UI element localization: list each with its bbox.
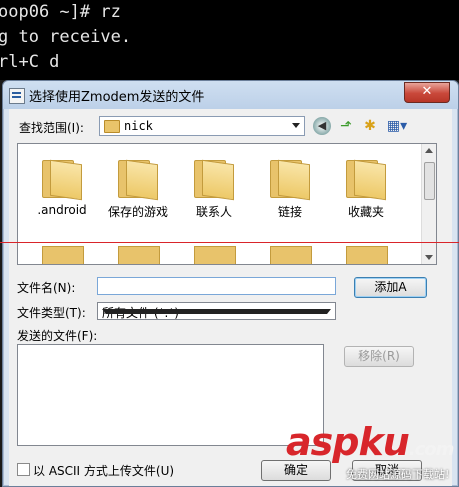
window-icon [9,88,25,104]
up-folder-icon[interactable]: ⬏ [337,117,355,135]
file-item[interactable]: .android [26,148,98,228]
folder-icon [42,156,82,201]
watermark-subtitle: 免费网站源码下载站! [346,468,450,481]
scroll-down-icon[interactable] [425,255,433,260]
file-item-label: 联系人 [195,205,232,219]
guide-line [0,242,459,243]
folder-icon [42,246,84,264]
vertical-scrollbar[interactable] [421,144,436,264]
chevron-down-icon [292,123,300,128]
folder-icon [118,246,160,264]
file-item[interactable]: 收藏夹 [330,148,402,228]
file-item[interactable]: 链接 [254,148,326,228]
watermark-logo: aspku.com [286,420,454,464]
scroll-up-icon[interactable] [425,148,433,153]
look-in-label: 查找范围(I): [19,121,84,135]
terminal-line: rl+C d [0,52,60,72]
contacts-icon [194,156,234,201]
terminal-line: oop06 ~]# rz [0,2,121,22]
dialog-title: 选择使用Zmodem发送的文件 [29,90,205,105]
watermark: aspku.com 免费网站源码下载站! [286,420,456,485]
ascii-checkbox-label: 以 ASCII 方式上传文件(U) [33,464,175,478]
remove-button[interactable]: 移除(R) [344,346,414,367]
favorites-icon [346,156,386,201]
file-item-label: .android [37,203,87,217]
send-files-label: 发送的文件(F): [17,329,98,343]
file-item[interactable]: 联系人 [178,148,250,228]
folder-icon [270,246,312,264]
file-item-label: 保存的游戏 [107,205,168,219]
filetype-label: 文件类型(T): [17,306,86,320]
filetype-select[interactable]: 所有文件 (*.*) [97,302,336,320]
title-bar[interactable]: 选择使用Zmodem发送的文件 ✕ [3,81,458,109]
file-item-label: 链接 [277,205,302,219]
filename-input[interactable] [97,277,336,295]
look-in-combo[interactable]: nick [99,116,305,136]
terminal-line: g to receive. [0,27,132,47]
file-item[interactable]: 保存的游戏 [102,148,174,228]
file-list[interactable]: .android 保存的游戏 联系人 链接 收藏夹 [17,143,437,265]
close-button[interactable]: ✕ [404,82,450,103]
look-in-value: nick [124,119,153,133]
filename-label: 文件名(N): [17,281,76,295]
saved-games-icon [118,156,158,201]
links-icon [270,156,310,201]
file-item-label: 收藏夹 [347,205,384,219]
send-files-list[interactable] [17,344,324,446]
folder-icon [104,120,120,133]
terminal: oop06 ~]# rz g to receive. rl+C d [0,0,459,80]
chevron-down-icon [102,309,331,314]
folder-icon [194,246,236,264]
add-button[interactable]: 添加A [354,277,427,298]
close-icon: ✕ [421,84,433,99]
folder-icon [346,246,388,264]
view-menu-icon[interactable]: ▦▾ [384,117,410,135]
scroll-thumb[interactable] [424,162,435,200]
back-icon[interactable]: ◀ [313,117,331,135]
new-folder-icon[interactable]: ✱ [361,117,379,135]
ascii-checkbox[interactable] [17,463,30,476]
